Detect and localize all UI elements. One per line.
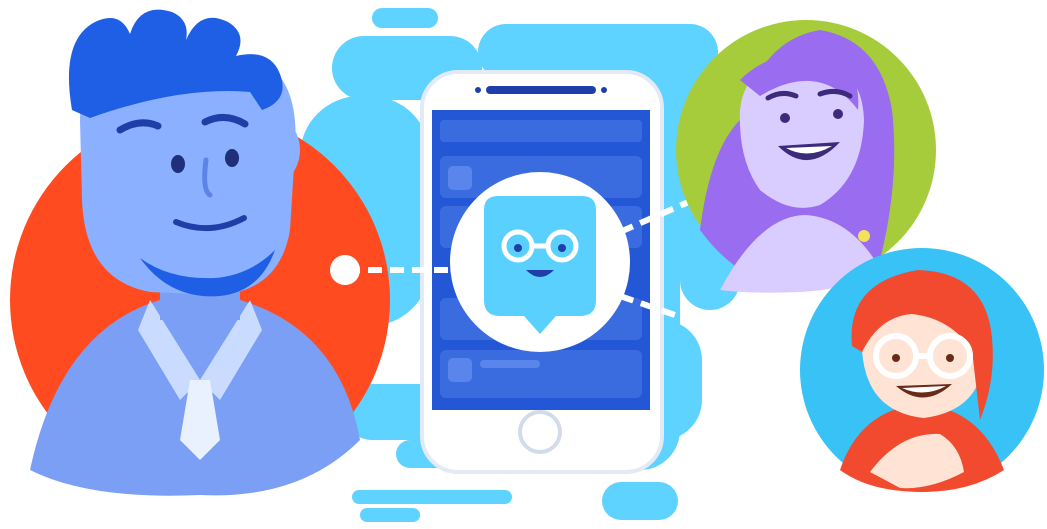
phone-speaker — [486, 86, 596, 94]
messaging-illustration — [0, 0, 1047, 529]
home-button-icon — [518, 410, 562, 454]
connector-dot-teacher — [330, 255, 360, 285]
speech-bubble-mascot-icon — [450, 172, 630, 352]
kid-avatar — [800, 248, 1044, 492]
